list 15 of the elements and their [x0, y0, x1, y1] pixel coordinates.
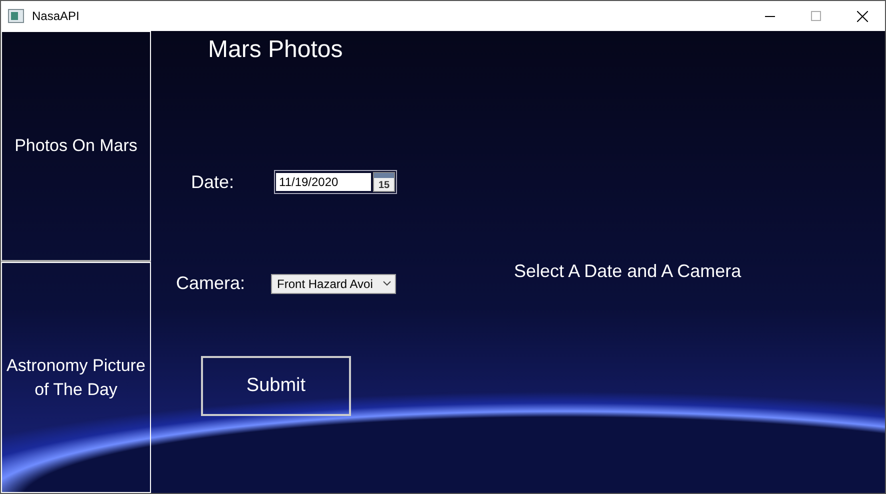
date-picker[interactable]: 11/19/2020 15: [274, 170, 398, 194]
calendar-icon[interactable]: 15: [373, 172, 396, 192]
camera-dropdown[interactable]: Front Hazard Avoi: [271, 274, 396, 294]
submit-button[interactable]: Submit: [201, 356, 351, 416]
nav-button[interactable]: Astronomy Picture of The Day: [1, 262, 151, 493]
page-title: Mars Photos: [208, 35, 344, 65]
window-title: NasaAPI: [32, 9, 80, 23]
close-icon: [856, 10, 868, 22]
chevron-icon: [383, 281, 392, 286]
date-label: Date:: [191, 172, 234, 192]
maximize-icon: [811, 11, 821, 21]
instruction-text: Select A Date and A Camera: [514, 261, 742, 282]
app-icon: [8, 9, 24, 23]
camera-label: Camera:: [176, 273, 246, 294]
nav-button[interactable]: Photos On Mars: [1, 31, 151, 262]
